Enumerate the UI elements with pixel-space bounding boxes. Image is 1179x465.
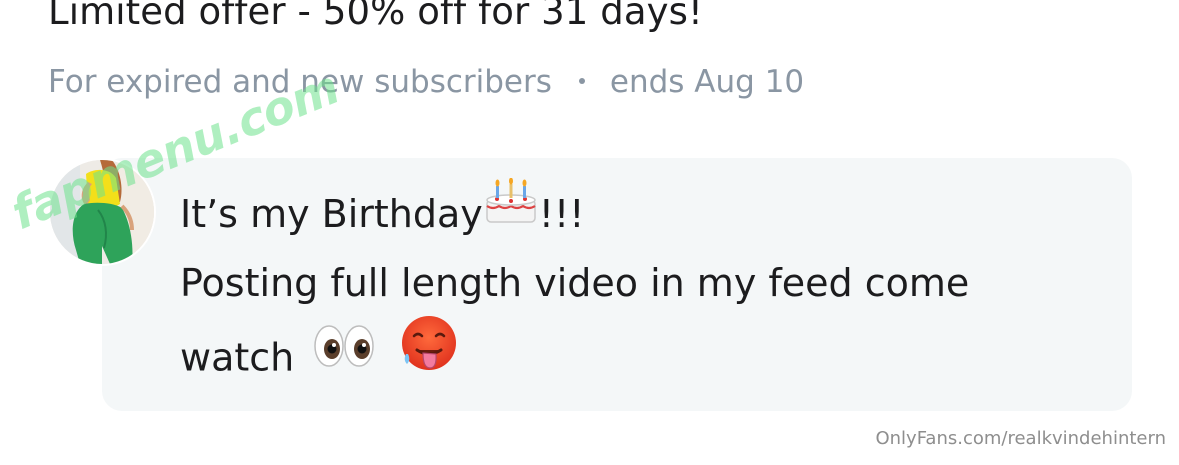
eyes-icon: [312, 322, 376, 391]
offer-title: Limited offer - 50% off for 31 days!: [48, 0, 703, 33]
avatar[interactable]: [48, 158, 156, 266]
separator-dot: [578, 78, 585, 84]
user-avatar-image: [50, 160, 154, 264]
post-page: Limited offer - 50% off for 31 days! For…: [0, 0, 1179, 465]
message-line-1-suffix: !!!: [538, 192, 585, 236]
message-line-3-text: watch: [180, 335, 295, 380]
footer-url: OnlyFans.com/realkvindehintern: [875, 428, 1166, 449]
message-line-1-text: It’s my Birthday: [180, 192, 483, 236]
message-line-3: watch: [180, 316, 969, 387]
offer-subtitle: For expired and new subscribers: [48, 64, 552, 100]
offer-ends-date: ends Aug 10: [609, 64, 805, 100]
message-text: It’s my Birthday !!! Posting full length…: [180, 177, 970, 387]
message-line-1: It’s my Birthday !!!: [180, 177, 969, 249]
birthday-cake-icon: [483, 177, 539, 248]
hot-face-icon: [398, 314, 460, 398]
offer-subtitle-row: For expired and new subscribers ends Aug…: [48, 64, 804, 100]
message-line-2: Posting full length video in my feed com…: [180, 261, 970, 305]
